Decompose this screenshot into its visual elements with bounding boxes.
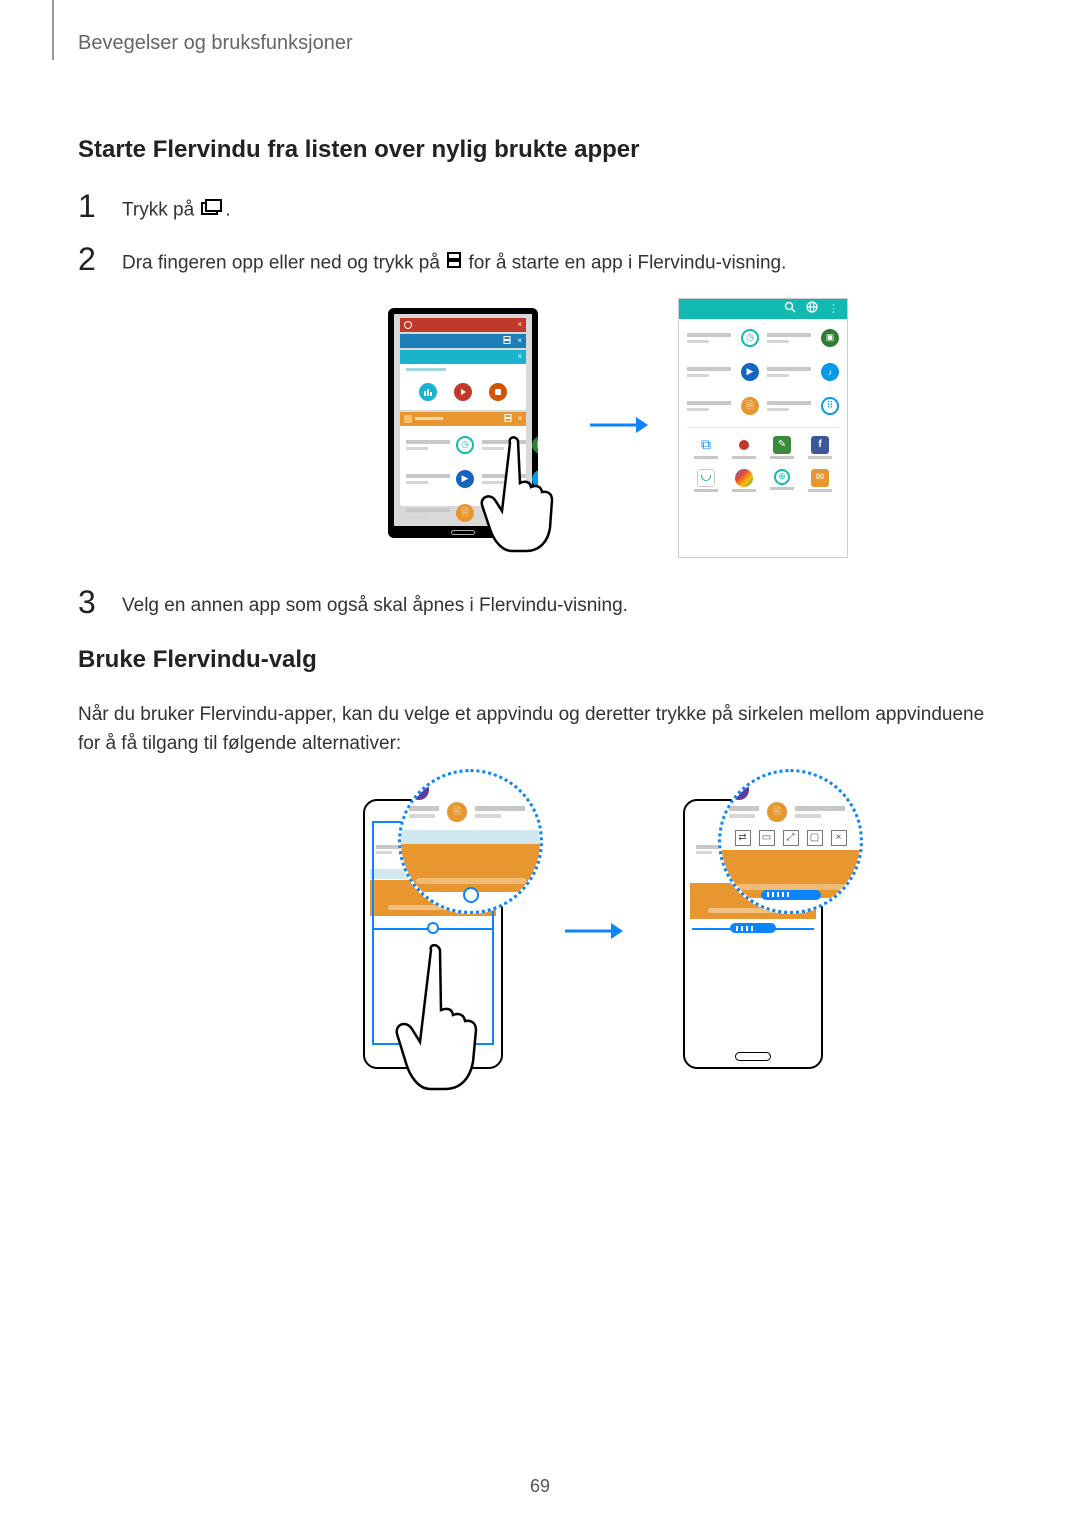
step-number: 3	[78, 586, 104, 618]
close-icon: ×	[831, 830, 847, 846]
section-heading-multiwindow-options: Bruke Flervindu-valg	[78, 646, 1008, 674]
facebook-icon: f	[811, 436, 829, 454]
multiwindow-split-icon	[447, 249, 461, 278]
clock-icon: ◷	[741, 329, 759, 347]
arrow-right-icon	[588, 413, 648, 442]
arrow-right-icon	[563, 919, 623, 948]
evernote-icon: ✎	[773, 436, 791, 454]
step-2-text-a: Dra fingeren opp eller ned og trykk på	[122, 252, 440, 273]
swap-icon: ⇄	[735, 830, 751, 846]
multiwindow-options-paragraph: Når du bruker Flervindu-apper, kan du ve…	[78, 700, 1008, 759]
search-icon	[784, 301, 796, 316]
multiwindow-toolbar: ⇄ ▭ ⤢ ▢ ×	[731, 828, 851, 848]
step-2: 2 Dra fingeren opp eller ned og trykk på…	[78, 243, 1008, 278]
step-number: 2	[78, 243, 104, 275]
split-handle-bar	[761, 890, 821, 900]
figure-phone-handle-after: 🖹 ⇄ ▭ ⤢ ▢ ×	[673, 779, 833, 1089]
minimize-icon: ▢	[807, 830, 823, 846]
app-icon	[489, 383, 507, 401]
step-1-text-b: .	[225, 199, 230, 220]
step-2-text-b: for å starte en app i Flervindu-visning.	[468, 252, 786, 273]
split-handle-circle	[427, 922, 439, 934]
step-1-text-a: Trykk på	[122, 199, 194, 220]
hand-pointer-illustration	[468, 433, 568, 568]
page-number: 69	[530, 1476, 550, 1497]
split-handle-circle	[463, 887, 479, 903]
app-icon	[419, 383, 437, 401]
hand-pointer-illustration	[383, 944, 493, 1109]
files-icon: 🖹	[741, 397, 759, 415]
app-icon	[697, 469, 715, 487]
drag-icon: ▭	[759, 830, 775, 846]
figure-app-picker-panel: ⋮ ◷ ▣ ▶ ♪ 🖹 ⠿ ⧉ ✎ f ⊕	[678, 298, 848, 558]
step-3-text: Velg en annen app som også skal åpnes i …	[122, 586, 628, 621]
video-icon: ▶	[741, 363, 759, 381]
chapter-header: Bevegelser og bruksfunksjoner	[78, 32, 353, 55]
magnifier-circle: ▶ 🖹 ⇄ ▭ ⤢ ▢ ×	[718, 769, 863, 914]
dropbox-icon: ⧉	[697, 436, 715, 454]
app-icon	[454, 383, 472, 401]
figure-recent-apps-to-picker: × × ×	[218, 298, 1008, 558]
split-handle-bar	[730, 923, 776, 933]
files-icon: 🖹	[447, 802, 467, 822]
music-icon: ♪	[821, 363, 839, 381]
video-icon: ▶	[409, 780, 429, 800]
figure-recent-apps-tablet: × × ×	[378, 298, 558, 558]
apps-icon: ⠿	[821, 397, 839, 415]
step-3: 3 Velg en annen app som også skal åpnes …	[78, 586, 1008, 621]
section-heading-start-multiwindow: Starte Flervindu fra listen over nylig b…	[78, 136, 1008, 164]
recent-apps-icon	[201, 196, 223, 225]
video-icon: ▶	[729, 780, 749, 800]
multiwindow-split-icon	[504, 414, 512, 424]
globe-icon	[806, 301, 818, 316]
figure-phone-handle-before: 🖹 ▶	[353, 779, 513, 1089]
chrome-icon	[735, 469, 753, 487]
magnifier-circle: ▶ 🖹	[398, 769, 543, 914]
browser-icon: ⊕	[774, 469, 790, 485]
gallery-icon: ▣	[821, 329, 839, 347]
maximize-icon: ⤢	[783, 830, 799, 846]
files-icon: 🖹	[767, 802, 787, 822]
step-1: 1 Trykk på .	[78, 190, 1008, 225]
more-icon: ⋮	[828, 302, 839, 315]
step-number: 1	[78, 190, 104, 222]
mail-icon: ✉	[811, 469, 829, 487]
record-icon	[735, 436, 753, 454]
page-margin-rule	[52, 0, 54, 60]
multiwindow-split-icon	[503, 336, 511, 346]
figure-multiwindow-handle: 🖹 ▶	[178, 779, 1008, 1089]
